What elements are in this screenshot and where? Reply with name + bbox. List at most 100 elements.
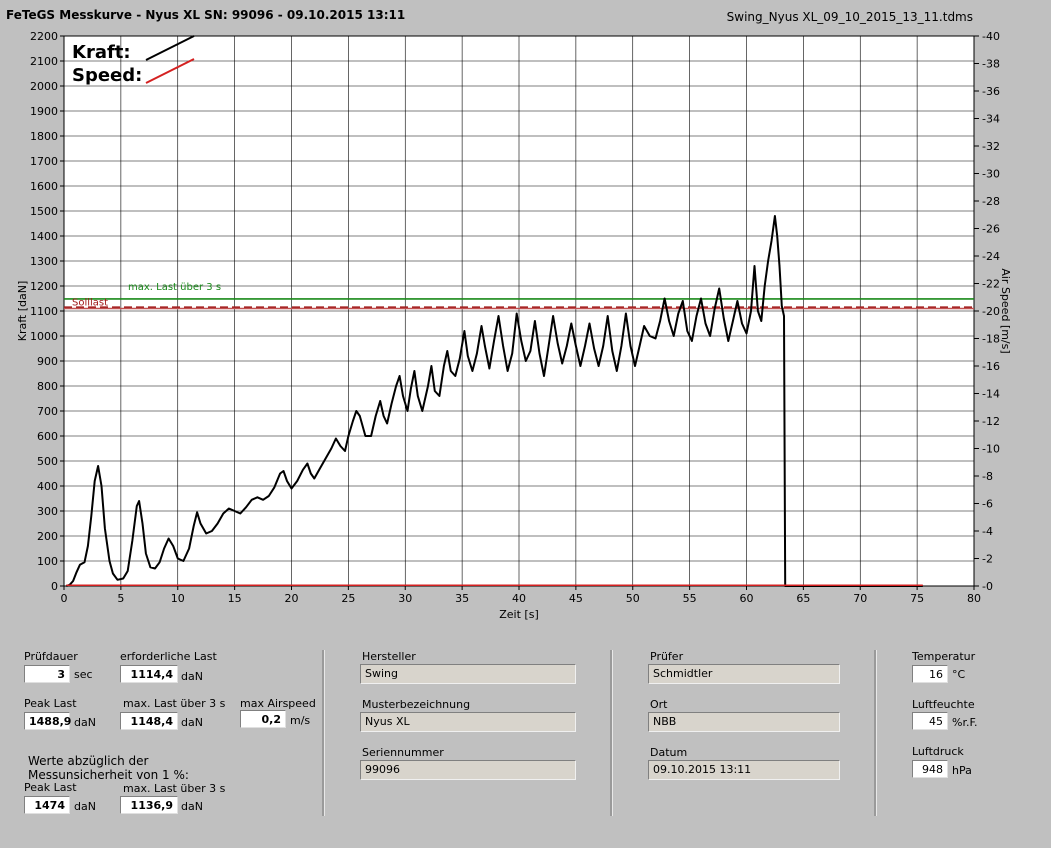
peak-last-reduced-label: Peak Last <box>24 781 77 794</box>
y2-axis-label: Air Speed [m/s] <box>999 268 1012 353</box>
max-airspeed-value: 0,2 <box>240 710 286 728</box>
pruefer-label: Prüfer <box>650 650 684 663</box>
max-last-unit: daN <box>181 716 203 729</box>
y2-tick-label: -24 <box>982 250 1000 263</box>
datum-field[interactable]: 09.10.2015 13:11 <box>648 760 840 780</box>
y-tick-label: 1500 <box>30 205 58 218</box>
y-axis-label: Kraft [daN] <box>16 281 29 342</box>
legend-label: Kraft: <box>72 42 131 63</box>
max-last-value: 1148,4 <box>120 712 178 730</box>
seriennummer-field[interactable]: 99096 <box>360 760 576 780</box>
legend-label: Speed: <box>72 65 142 86</box>
y-tick-label: 1100 <box>30 305 58 318</box>
x-tick-label: 15 <box>228 592 242 605</box>
y2-tick-label: -36 <box>982 85 1000 98</box>
pruefdauer-unit: sec <box>74 668 93 681</box>
ort-field[interactable]: NBB <box>648 712 840 732</box>
y-tick-label: 800 <box>37 380 58 393</box>
erforderliche-last-value: 1114,4 <box>120 665 178 683</box>
y2-tick-label: -8 <box>982 470 993 483</box>
max-last-reduced-label: max. Last über 3 s <box>123 782 226 795</box>
werte-label-line1: Werte abzüglich der <box>28 754 149 768</box>
musterbezeichnung-label: Musterbezeichnung <box>362 698 471 711</box>
y2-tick-label: -10 <box>982 443 1000 456</box>
x-tick-label: 0 <box>61 592 68 605</box>
y2-tick-label: -32 <box>982 140 1000 153</box>
x-tick-label: 5 <box>117 592 124 605</box>
pruefdauer-label: Prüfdauer <box>24 650 78 663</box>
y-tick-label: 0 <box>51 580 58 593</box>
max-last-label: max. Last über 3 s <box>123 697 226 710</box>
x-axis-label: Zeit [s] <box>499 608 538 621</box>
x-tick-label: 65 <box>796 592 810 605</box>
y-tick-label: 2100 <box>30 55 58 68</box>
y2-tick-label: -40 <box>982 30 1000 43</box>
y2-tick-label: -12 <box>982 415 1000 428</box>
luftdruck-label: Luftdruck <box>912 745 964 758</box>
peak-last-unit: daN <box>74 716 96 729</box>
y-tick-label: 1700 <box>30 155 58 168</box>
y2-tick-label: -34 <box>982 113 1000 126</box>
y-tick-label: 200 <box>37 530 58 543</box>
y2-tick-label: -38 <box>982 58 1000 71</box>
max-last-reduced-unit: daN <box>181 800 203 813</box>
y-tick-label: 1300 <box>30 255 58 268</box>
x-tick-label: 55 <box>683 592 697 605</box>
y2-tick-label: -18 <box>982 333 1000 346</box>
y2-tick-label: -2 <box>982 553 993 566</box>
x-tick-label: 10 <box>171 592 185 605</box>
luftfeuchte-value: 45 <box>912 712 948 730</box>
erforderliche-last-unit: daN <box>181 670 203 683</box>
x-tick-label: 30 <box>398 592 412 605</box>
y2-tick-label: -14 <box>982 388 1000 401</box>
y-tick-label: 1800 <box>30 130 58 143</box>
y2-tick-label: -0 <box>982 580 993 593</box>
y-tick-label: 2200 <box>30 30 58 43</box>
y-tick-label: 900 <box>37 355 58 368</box>
y2-tick-label: -20 <box>982 305 1000 318</box>
y-tick-label: 1900 <box>30 105 58 118</box>
separator-2 <box>610 650 613 816</box>
separator-3 <box>874 650 877 816</box>
max-last-reduced-value: 1136,9 <box>120 796 178 814</box>
y2-tick-label: -30 <box>982 168 1000 181</box>
temperatur-label: Temperatur <box>912 650 976 663</box>
datum-label: Datum <box>650 746 688 759</box>
x-tick-label: 35 <box>455 592 469 605</box>
y-tick-label: 1600 <box>30 180 58 193</box>
x-tick-label: 70 <box>853 592 867 605</box>
werte-label-line2: Messunsicherheit von 1 %: <box>28 768 189 782</box>
y2-tick-label: -4 <box>982 525 993 538</box>
x-tick-label: 25 <box>341 592 355 605</box>
x-tick-label: 45 <box>569 592 583 605</box>
x-tick-label: 80 <box>967 592 981 605</box>
separator-1 <box>322 650 325 816</box>
y-tick-label: 2000 <box>30 80 58 93</box>
musterbezeichnung-field[interactable]: Nyus XL <box>360 712 576 732</box>
ort-label: Ort <box>650 698 668 711</box>
y-tick-label: 1400 <box>30 230 58 243</box>
y2-tick-label: -28 <box>982 195 1000 208</box>
x-tick-label: 75 <box>910 592 924 605</box>
y-tick-label: 300 <box>37 505 58 518</box>
y2-tick-label: -26 <box>982 223 1000 236</box>
y-tick-label: 1200 <box>30 280 58 293</box>
luftdruck-value: 948 <box>912 760 948 778</box>
max-airspeed-unit: m/s <box>290 714 311 727</box>
hersteller-label: Hersteller <box>362 650 416 663</box>
peak-last-reduced-unit: daN <box>74 800 96 813</box>
peak-last-label: Peak Last <box>24 697 77 710</box>
hersteller-field[interactable]: Swing <box>360 664 576 684</box>
pruefer-field[interactable]: Schmidtler <box>648 664 840 684</box>
x-tick-label: 20 <box>285 592 299 605</box>
temperatur-unit: °C <box>952 668 966 681</box>
luftfeuchte-label: Luftfeuchte <box>912 698 975 711</box>
seriennummer-label: Seriennummer <box>362 746 444 759</box>
y2-tick-label: -6 <box>982 498 993 511</box>
y-tick-label: 500 <box>37 455 58 468</box>
y2-tick-label: -16 <box>982 360 1000 373</box>
x-tick-label: 60 <box>740 592 754 605</box>
max-airspeed-label: max Airspeed <box>240 697 316 710</box>
x-tick-label: 50 <box>626 592 640 605</box>
luftdruck-unit: hPa <box>952 764 972 777</box>
